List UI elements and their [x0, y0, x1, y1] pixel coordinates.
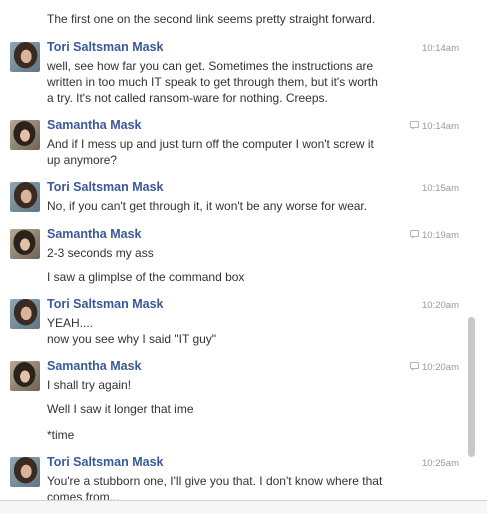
message-line: now you see why I said "IT guy": [47, 332, 217, 346]
sender-name[interactable]: Tori Saltsman Mask: [47, 297, 163, 311]
message-line: I shall try again!: [47, 378, 132, 392]
message-line: No, if you can't get through it, it won'…: [47, 199, 368, 213]
sender-name[interactable]: Samantha Mask: [47, 227, 141, 241]
message-timestamp: 10:25am: [422, 458, 459, 469]
avatar[interactable]: [10, 299, 40, 329]
message-timestamp: 10:20am: [422, 300, 459, 311]
message-timestamp: 10:14am: [422, 43, 459, 54]
chat-message-list[interactable]: The first one on the second link seems p…: [0, 0, 466, 500]
message-line: comes from...: [47, 490, 120, 500]
message-timestamp: 10:14am: [422, 121, 459, 132]
message-line: YEAH....: [47, 316, 94, 330]
sender-name[interactable]: Samantha Mask: [47, 118, 141, 132]
chat-bottom-edge: [0, 500, 487, 514]
message-line: written in too much IT speak to get thro…: [47, 75, 378, 89]
avatar[interactable]: [10, 361, 40, 391]
message-line: well, see how far you can get. Sometimes…: [47, 59, 374, 73]
avatar[interactable]: [10, 120, 40, 150]
message-timestamp: 10:15am: [422, 183, 459, 194]
seen-icon: [410, 362, 419, 371]
message-line: a try. It's not called ransom-ware for n…: [47, 91, 328, 105]
message-line: I saw a glimplse of the command box: [47, 270, 245, 284]
message-timestamp: 10:19am: [422, 230, 459, 241]
scrollbar-thumb[interactable]: [468, 317, 475, 457]
sender-name[interactable]: Tori Saltsman Mask: [47, 180, 163, 194]
sender-name[interactable]: Samantha Mask: [47, 359, 141, 373]
seen-icon: [410, 230, 419, 239]
avatar[interactable]: [10, 457, 40, 487]
message-line: *time: [47, 428, 75, 442]
message-line: Well I saw it longer that ime: [47, 402, 194, 416]
message-line: 2-3 seconds my ass: [47, 246, 154, 260]
message-line: And if I mess up and just turn off the c…: [47, 137, 374, 151]
message-line: up anymore?: [47, 153, 118, 167]
avatar[interactable]: [10, 42, 40, 72]
seen-icon: [410, 121, 419, 130]
sender-name[interactable]: Tori Saltsman Mask: [47, 455, 163, 469]
message-line: The first one on the second link seems p…: [47, 12, 376, 26]
sender-name[interactable]: Tori Saltsman Mask: [47, 40, 163, 54]
message-timestamp: 10:20am: [422, 362, 459, 373]
avatar[interactable]: [10, 229, 40, 259]
message-line: You're a stubborn one, I'll give you tha…: [47, 474, 383, 488]
avatar[interactable]: [10, 182, 40, 212]
